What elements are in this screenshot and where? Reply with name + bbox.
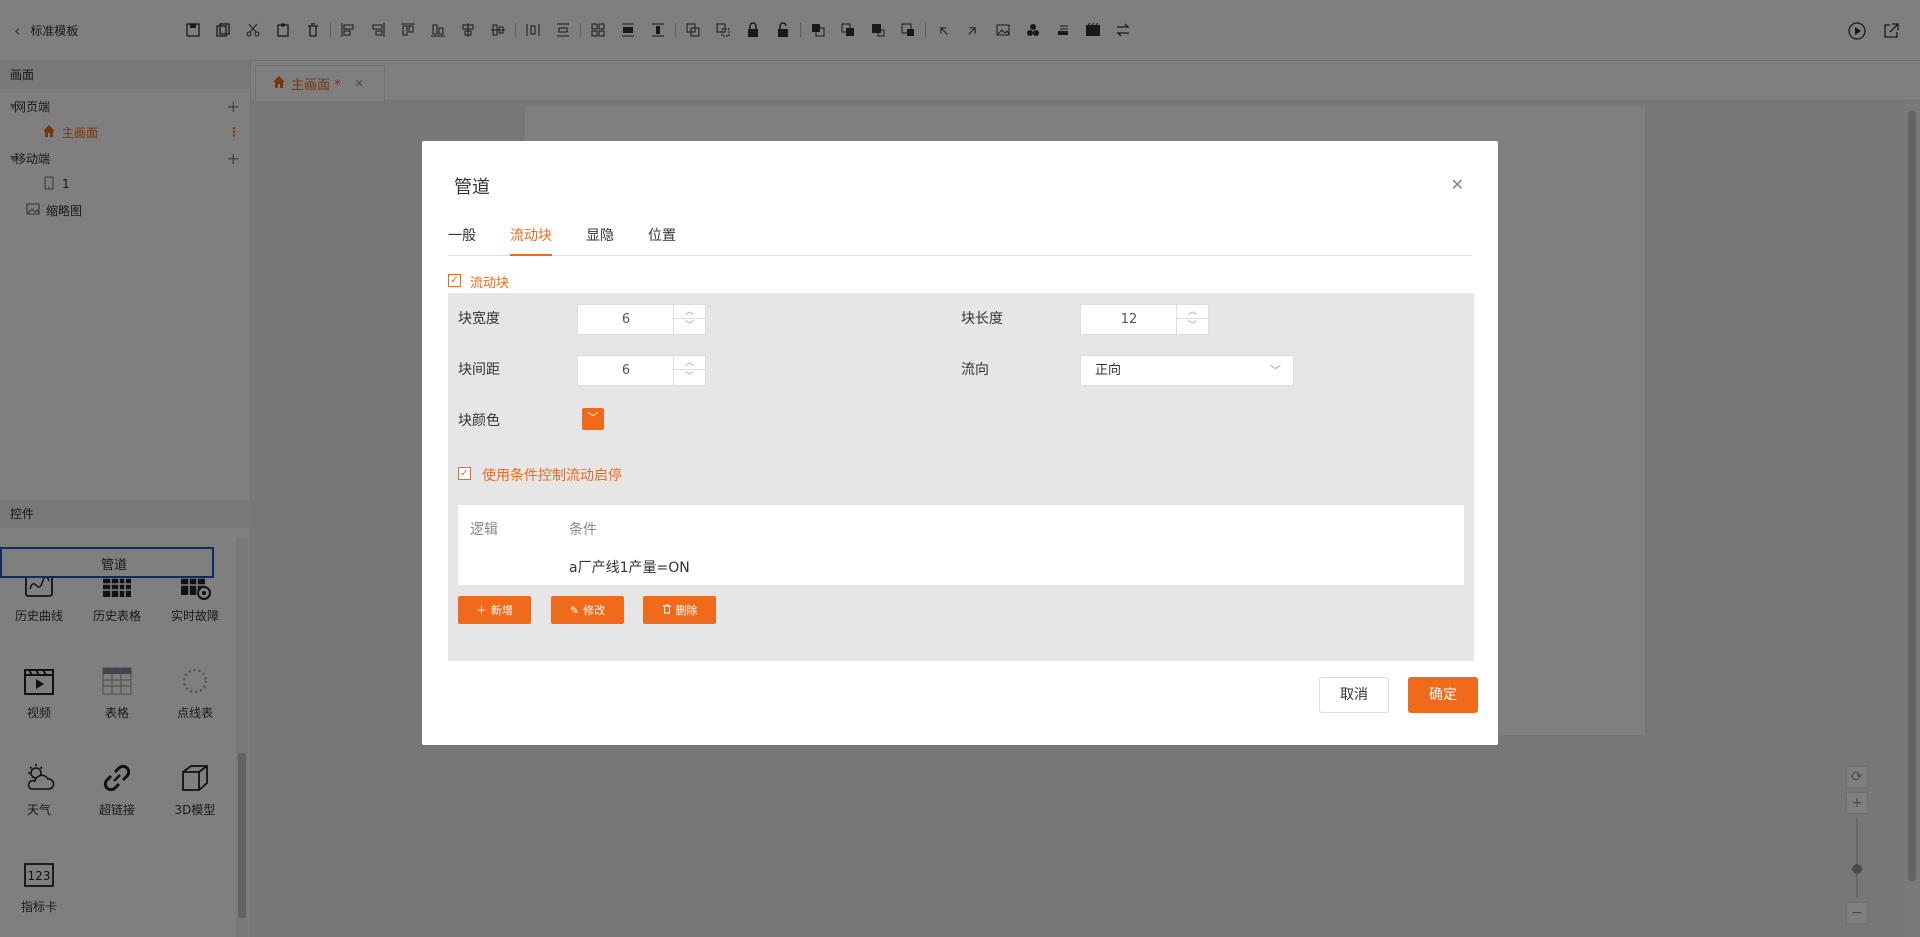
direction-value: 正向 — [1095, 363, 1122, 378]
stepper-down-icon[interactable]: ﹀ — [1177, 319, 1208, 333]
direction-select[interactable]: 正向 ﹀ — [1080, 355, 1294, 386]
column-header-logic: 逻辑 — [470, 522, 498, 538]
row-condition-cell[interactable]: a厂产线1产量=ON — [569, 557, 690, 577]
block-gap-input[interactable]: 6 ︿ ﹀ — [577, 355, 706, 386]
edit-condition-label: 修改 — [583, 604, 606, 617]
condition-control-label: 使用条件控制流动启停 — [482, 468, 622, 484]
flow-block-settings-panel: 块宽度 6 ︿ ﹀ 块长度 12 ︿ ﹀ 块间距 6 ︿ ﹀ 流向 正向 ﹀ 块… — [448, 293, 1474, 661]
column-header-condition: 条件 — [569, 522, 597, 538]
trash-icon — [662, 604, 672, 617]
close-icon[interactable]: ✕ — [1451, 175, 1464, 194]
tab-general[interactable]: 一般 — [448, 225, 476, 256]
flow-block-checkbox-label: 流动块 — [470, 276, 510, 291]
block-length-value: 12 — [1120, 312, 1138, 327]
block-gap-stepper: ︿ ﹀ — [673, 356, 705, 385]
chevron-down-icon: ﹀ — [587, 411, 599, 424]
add-condition-label: 新增 — [491, 604, 513, 617]
stepper-up-icon[interactable]: ︿ — [674, 305, 705, 319]
direction-label: 流向 — [961, 362, 989, 378]
tab-visibility[interactable]: 显隐 — [586, 225, 614, 256]
plus-icon: ＋ — [476, 604, 487, 617]
block-length-stepper: ︿ ﹀ — [1176, 305, 1208, 334]
block-width-stepper: ︿ ﹀ — [673, 305, 705, 334]
stepper-up-icon[interactable]: ︿ — [674, 356, 705, 370]
condition-control-checkbox[interactable]: ✓ — [458, 467, 471, 480]
cancel-button[interactable]: 取消 — [1319, 677, 1389, 713]
tab-flow-block[interactable]: 流动块 — [510, 225, 552, 256]
block-color-picker[interactable]: ﹀ — [582, 408, 604, 430]
block-width-value: 6 — [621, 312, 631, 327]
dialog-tabs: 一般 流动块 显隐 位置 — [448, 225, 1472, 256]
stepper-down-icon[interactable]: ﹀ — [674, 319, 705, 333]
block-color-label: 块颜色 — [458, 413, 500, 429]
block-length-label: 块长度 — [961, 311, 1003, 327]
pipe-settings-dialog: 管道 ✕ 一般 流动块 显隐 位置 ✓ 流动块 块宽度 6 ︿ ﹀ 块长度 12… — [422, 141, 1498, 745]
dialog-title: 管道 — [454, 177, 490, 198]
delete-condition-label: 删除 — [675, 604, 698, 617]
delete-condition-button[interactable]: 删除 — [643, 596, 716, 624]
stepper-up-icon[interactable]: ︿ — [1177, 305, 1208, 319]
edit-icon: ✎ — [569, 603, 580, 617]
stepper-down-icon[interactable]: ﹀ — [674, 370, 705, 384]
add-condition-button[interactable]: ＋ 新增 — [458, 596, 531, 624]
block-gap-label: 块间距 — [458, 362, 500, 378]
block-gap-value: 6 — [621, 363, 631, 378]
edit-condition-button[interactable]: ✎ 修改 — [551, 596, 624, 624]
block-length-input[interactable]: 12 ︿ ﹀ — [1080, 304, 1209, 335]
chevron-down-icon: ﹀ — [1270, 364, 1281, 377]
block-width-label: 块宽度 — [458, 311, 500, 327]
confirm-button[interactable]: 确定 — [1408, 677, 1478, 713]
condition-table: 逻辑 条件 a厂产线1产量=ON — [458, 505, 1464, 585]
tab-position[interactable]: 位置 — [648, 225, 676, 256]
flow-block-checkbox[interactable]: ✓ — [448, 274, 461, 287]
block-width-input[interactable]: 6 ︿ ﹀ — [577, 304, 706, 335]
